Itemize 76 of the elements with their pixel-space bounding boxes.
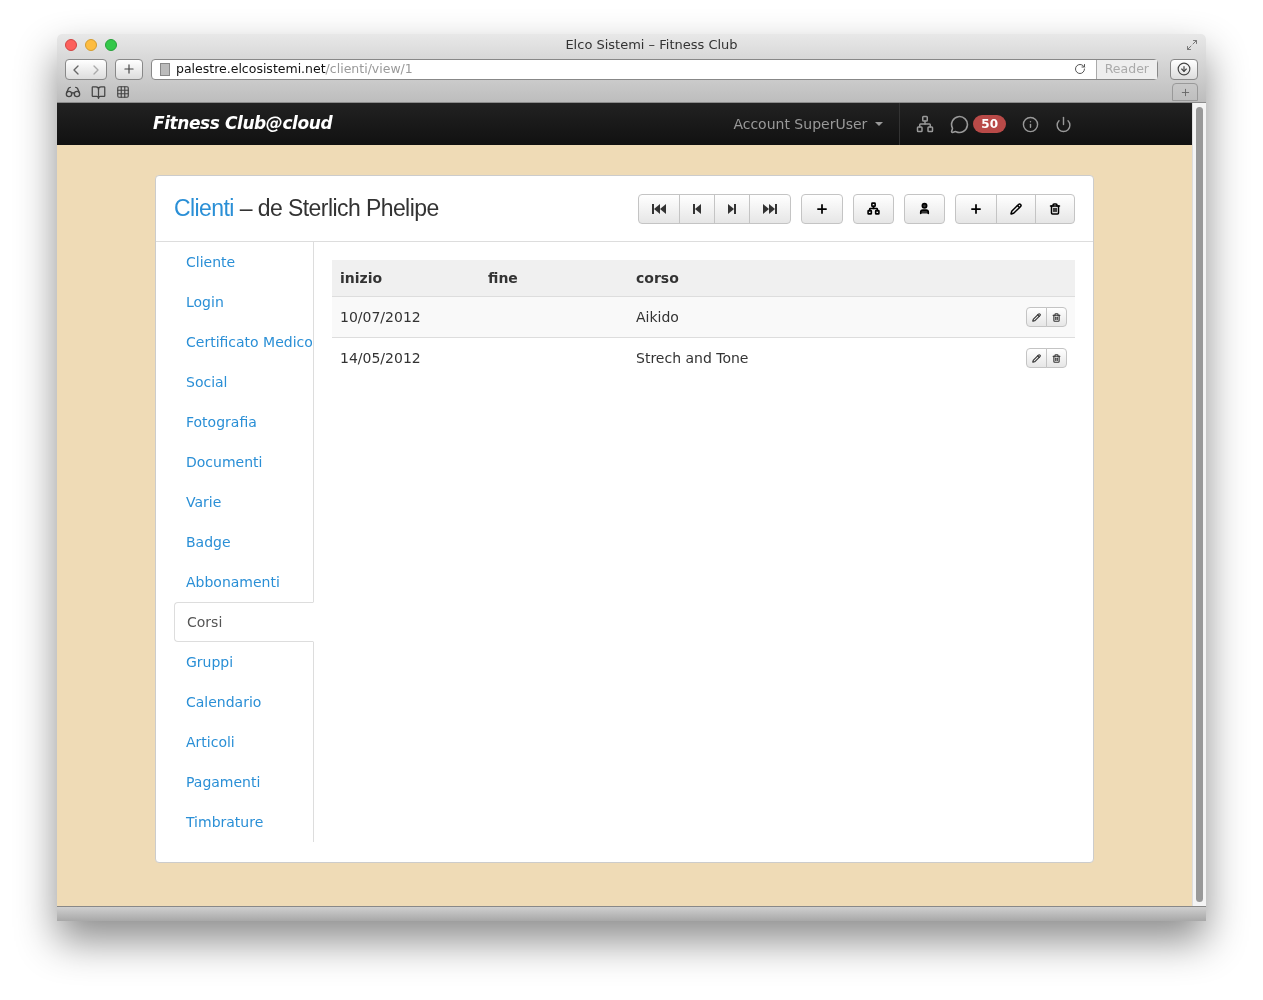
power-icon[interactable] [1055,115,1072,133]
window-title: Elco Sistemi – Fitness Club [564,36,739,55]
delete-button[interactable] [1046,348,1067,368]
add-button[interactable] [801,193,843,224]
sitemap-icon [867,202,880,215]
sidebar-item[interactable]: Timbrature [174,802,313,842]
sidebar-item[interactable]: Pagamenti [174,762,313,802]
delete-button[interactable] [1046,307,1067,327]
sidebar-item[interactable]: Articoli [174,722,313,762]
close-icon[interactable] [65,39,77,51]
sidebar-item[interactable]: Social [174,362,313,402]
account-menu[interactable]: Account SuperUser [733,113,900,135]
address-field[interactable]: palestre.elcosistemi.net/clienti/view/1 Reader [151,58,1158,80]
glasses-icon[interactable] [65,84,81,100]
sidebar-item[interactable]: Corsi [174,602,314,642]
sidebar-item[interactable]: Certificato Medico [174,322,313,362]
sidebar-item[interactable]: Cliente [174,242,313,282]
sidebar-item[interactable]: Login [174,282,313,322]
table-cell-text: 10/07/2012 [339,307,422,327]
sidebar-item[interactable]: Badge [174,522,313,562]
book-icon[interactable] [91,84,106,100]
first-icon [652,203,666,214]
column-header: fine [487,268,519,288]
sidebar-item[interactable]: Abbonamenti [174,562,313,602]
plus-icon [815,201,829,216]
user-button[interactable] [904,193,945,224]
column-header: corso [635,268,680,288]
trash-icon [1049,202,1061,215]
download-button[interactable] [1170,58,1198,80]
scrollbar[interactable] [1192,103,1206,906]
table-cell-text: Strech and Tone [635,348,750,368]
first-button[interactable] [638,193,680,224]
next-button[interactable] [714,193,750,224]
info-icon[interactable] [1022,115,1039,133]
table-cell-text: 14/05/2012 [339,348,422,368]
brand-logo[interactable]: Fitness Club@cloud [153,111,333,137]
sidebar-item[interactable]: Varie [174,482,313,522]
back-forward-button[interactable] [65,58,107,80]
page-title: Clienti – de Sterlich Phelipe [174,194,439,224]
edit-button[interactable] [1026,307,1047,327]
sitemap-icon[interactable] [916,115,935,133]
sidebar-item[interactable]: Fotografia [174,402,313,442]
table-cell-text: Aikido [635,307,680,327]
delete-button[interactable] [1035,193,1075,224]
trash-icon [1052,312,1061,322]
site-icon [160,62,170,76]
previous-button[interactable] [679,193,715,224]
plus-icon [969,201,983,216]
trash-icon [1052,353,1061,363]
grid-icon[interactable] [116,85,130,99]
sidebar-item[interactable]: Documenti [174,442,313,482]
plus-icon [122,62,136,76]
edit-button[interactable] [996,193,1036,224]
column-header: inizio [339,268,384,288]
user-icon [918,202,931,215]
new-tab-button[interactable] [115,58,143,80]
add-button[interactable] [955,193,997,224]
previous-icon [693,203,701,214]
sidebar-item[interactable]: Gruppi [174,642,313,682]
caret-icon [875,122,884,126]
chat-icon[interactable] [950,114,970,134]
edit-button[interactable] [1026,348,1047,368]
download-icon [1177,62,1191,76]
sidebar-item[interactable]: Calendario [174,682,313,722]
last-icon [763,203,777,214]
message-count-badge: 50 [973,115,1006,133]
pencil-icon [1032,353,1041,363]
next-icon [728,203,736,214]
last-button[interactable] [749,193,791,224]
pencil-icon [1010,202,1022,215]
fullscreen-icon[interactable] [1186,39,1198,51]
hierarchy-button[interactable] [853,193,894,224]
reader-button[interactable]: Reader [1095,59,1157,79]
reload-icon[interactable] [1073,63,1086,75]
pencil-icon [1032,312,1041,322]
plus-icon [1179,86,1191,98]
